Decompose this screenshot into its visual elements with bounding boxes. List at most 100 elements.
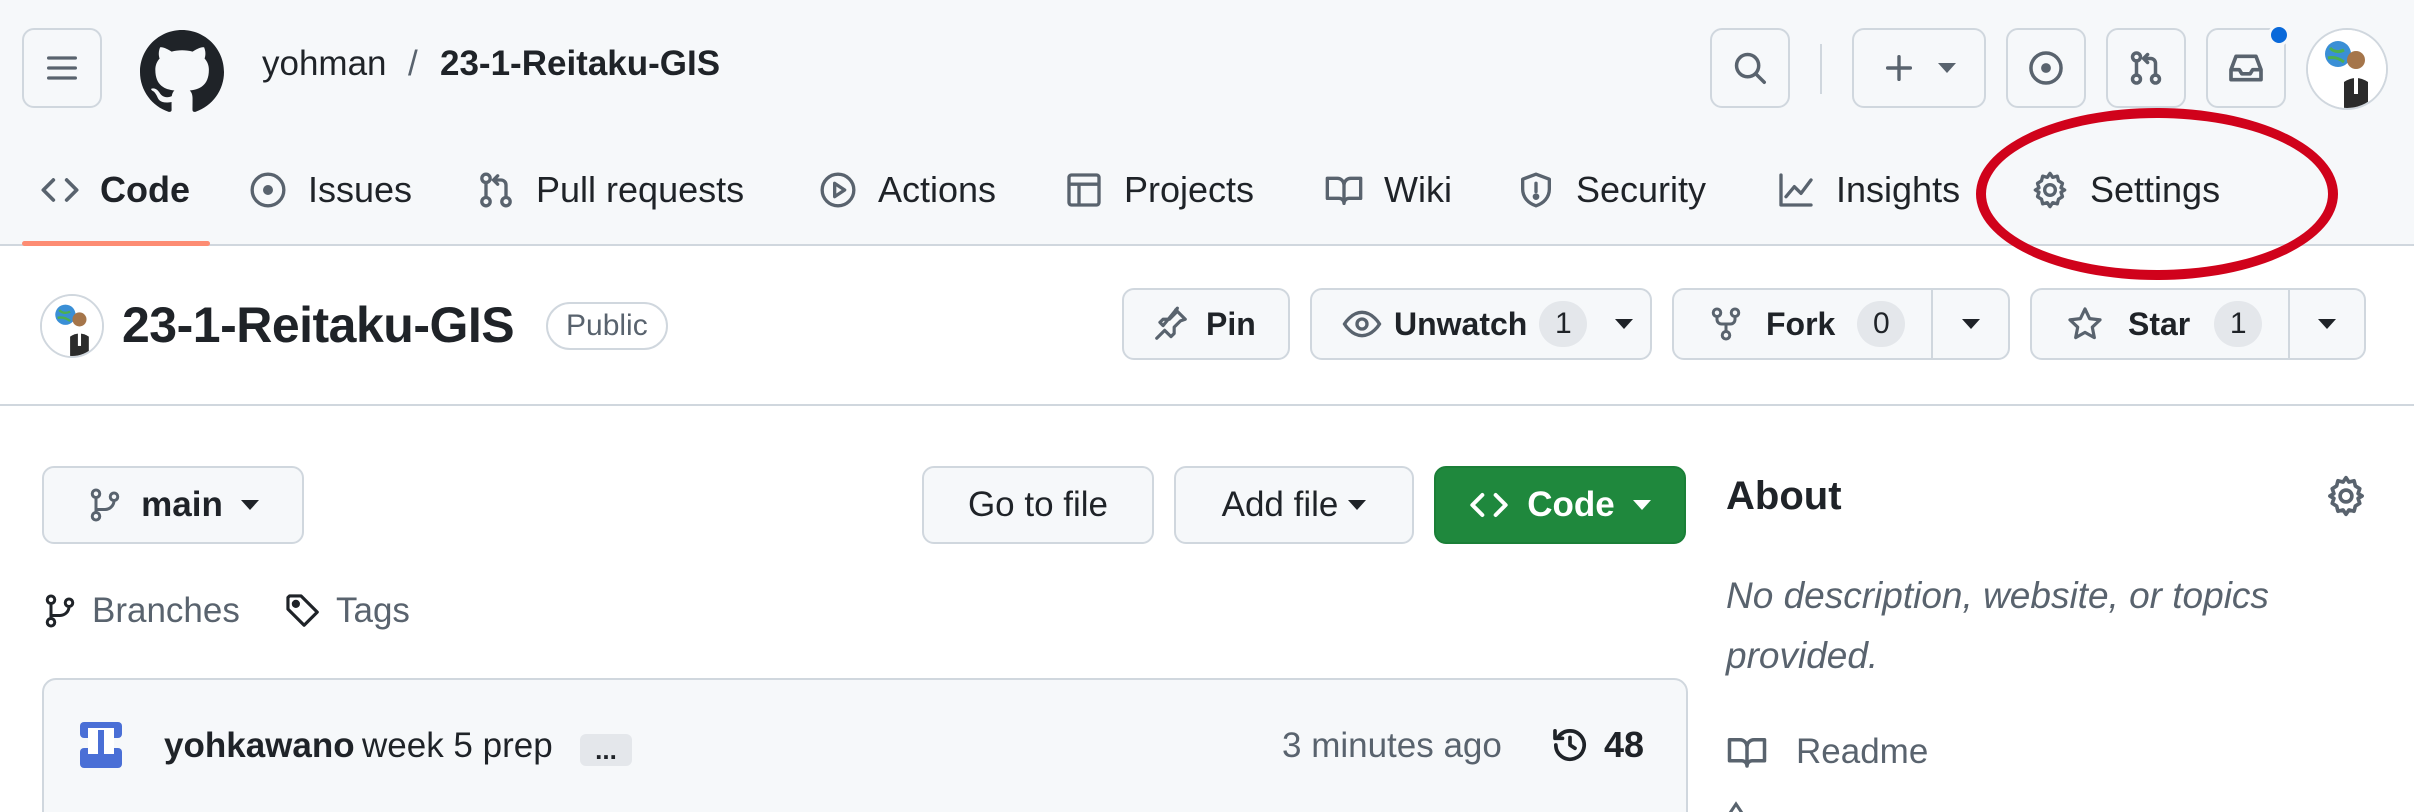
pin-label: Pin bbox=[1206, 305, 1256, 342]
chevron-down-icon bbox=[1961, 319, 1980, 329]
branch-name: main bbox=[141, 485, 223, 524]
issues-button[interactable] bbox=[2006, 28, 2086, 108]
shield-icon bbox=[1521, 172, 1551, 208]
fork-count: 0 bbox=[1857, 301, 1906, 347]
repo-forked-icon bbox=[1711, 307, 1741, 341]
tab-code[interactable]: Code bbox=[40, 160, 190, 220]
tab-settings[interactable]: Settings bbox=[2030, 160, 2220, 220]
search-icon bbox=[1734, 52, 1766, 84]
user-avatar[interactable] bbox=[2306, 28, 2388, 110]
chevron-down-icon bbox=[1938, 63, 1956, 73]
chevron-down-icon bbox=[1615, 319, 1634, 329]
avatar-image bbox=[2308, 30, 2386, 108]
activity-icon bbox=[1728, 801, 1744, 812]
hamburger-icon bbox=[47, 56, 78, 80]
commit-author[interactable]: yohkawano bbox=[164, 726, 355, 766]
tab-label: Settings bbox=[2090, 169, 2221, 210]
commit-message[interactable]: week 5 prep bbox=[362, 726, 553, 766]
active-tab-indicator bbox=[22, 241, 210, 246]
commit-history-link[interactable]: 48 bbox=[1550, 720, 1644, 770]
branches-link[interactable]: Branches bbox=[42, 586, 240, 636]
chevron-down-icon bbox=[2318, 319, 2337, 329]
chevron-down-icon bbox=[1632, 500, 1651, 510]
star-icon bbox=[2068, 307, 2102, 340]
book-icon bbox=[1727, 738, 1767, 768]
table-icon bbox=[1067, 173, 1101, 207]
tab-security[interactable]: Security bbox=[1516, 160, 1706, 220]
branch-selector[interactable]: main bbox=[42, 466, 304, 544]
go-to-file-label: Go to file bbox=[967, 485, 1109, 524]
header-divider bbox=[1820, 44, 1822, 94]
commit-author-avatar[interactable] bbox=[74, 718, 128, 772]
unwatch-label: Unwatch bbox=[1394, 305, 1528, 342]
commit-time[interactable]: 3 minutes ago bbox=[1282, 726, 1502, 766]
book-icon bbox=[1325, 176, 1363, 205]
tab-label: Code bbox=[100, 169, 190, 210]
gear-icon[interactable] bbox=[2324, 474, 2368, 518]
star-button-group: Star 1 bbox=[2030, 288, 2366, 360]
menu-button[interactable] bbox=[22, 28, 102, 108]
visibility-badge: Public bbox=[546, 302, 668, 350]
git-branch-icon bbox=[90, 488, 120, 522]
tab-label: Wiki bbox=[1384, 169, 1452, 210]
fork-button-group: Fork 0 bbox=[1672, 288, 2010, 360]
plus-icon bbox=[1885, 54, 1913, 82]
git-pull-request-icon bbox=[480, 172, 512, 208]
git-branch-icon bbox=[45, 594, 75, 628]
repo-title[interactable]: 23-1-Reitaku-GIS bbox=[122, 296, 515, 354]
eye-icon bbox=[1342, 310, 1382, 338]
tab-wiki[interactable]: Wiki bbox=[1324, 160, 1452, 220]
play-icon bbox=[820, 172, 856, 208]
readme-link[interactable]: Readme bbox=[1726, 728, 1928, 776]
tab-label: Insights bbox=[1836, 169, 1961, 210]
tab-label: Issues bbox=[308, 169, 413, 210]
tab-insights[interactable]: Insights bbox=[1776, 160, 1960, 220]
tag-icon bbox=[286, 594, 319, 627]
code-icon bbox=[41, 178, 79, 202]
go-to-file-button[interactable]: Go to file bbox=[922, 466, 1154, 544]
gear-icon bbox=[2033, 171, 2067, 209]
chevron-down-icon bbox=[1348, 500, 1367, 510]
latest-commit-box: yohkawano week 5 prep ... 3 minutes ago … bbox=[42, 678, 1688, 812]
tab-pull-requests[interactable]: Pull requests bbox=[476, 160, 744, 220]
about-description: No description, website, or topics provi… bbox=[1726, 575, 2269, 676]
fork-button[interactable]: Fork 0 bbox=[1674, 290, 1931, 358]
unwatch-button[interactable]: Unwatch 1 bbox=[1310, 288, 1652, 360]
tab-label: Pull requests bbox=[536, 169, 745, 210]
issue-opened-icon bbox=[2029, 51, 2063, 85]
branches-label: Branches bbox=[92, 591, 240, 630]
graph-icon bbox=[1779, 173, 1813, 207]
fork-dropdown-button[interactable] bbox=[1933, 290, 2008, 358]
tab-label: Projects bbox=[1124, 169, 1255, 210]
breadcrumb-owner[interactable]: yohman bbox=[262, 44, 387, 84]
tags-label: Tags bbox=[336, 591, 410, 630]
tab-label: Actions bbox=[878, 169, 997, 210]
github-logo-icon[interactable] bbox=[140, 30, 224, 114]
star-dropdown-button[interactable] bbox=[2290, 290, 2364, 358]
tab-issues[interactable]: Issues bbox=[248, 160, 412, 220]
chevron-down-icon bbox=[240, 500, 259, 510]
inbox-icon bbox=[2229, 54, 2263, 82]
search-button[interactable] bbox=[1710, 28, 1790, 108]
create-new-button[interactable] bbox=[1852, 28, 1986, 108]
add-file-label: Add file bbox=[1221, 485, 1339, 524]
add-file-button[interactable]: Add file bbox=[1174, 466, 1414, 544]
avatar-image bbox=[42, 296, 102, 356]
pin-button[interactable]: Pin bbox=[1122, 288, 1290, 360]
tags-link[interactable]: Tags bbox=[284, 586, 410, 636]
code-button[interactable]: Code bbox=[1434, 466, 1686, 544]
repo-owner-avatar[interactable] bbox=[40, 294, 104, 358]
breadcrumb-repo[interactable]: 23-1-Reitaku-GIS bbox=[440, 44, 720, 84]
star-button[interactable]: Star 1 bbox=[2032, 290, 2288, 358]
app-header: yohman / 23-1-Reitaku-GIS Code Issues Pu… bbox=[0, 0, 2414, 246]
pin-icon bbox=[1155, 306, 1187, 340]
watch-count: 1 bbox=[1539, 301, 1588, 347]
pull-requests-button[interactable] bbox=[2106, 28, 2186, 108]
tab-actions[interactable]: Actions bbox=[818, 160, 996, 220]
commit-expand-button[interactable]: ... bbox=[580, 734, 632, 766]
tab-projects[interactable]: Projects bbox=[1064, 160, 1254, 220]
readme-label: Readme bbox=[1796, 732, 1929, 771]
star-count: 1 bbox=[2214, 301, 2263, 347]
history-icon bbox=[1553, 729, 1586, 762]
git-pull-request-icon bbox=[2130, 51, 2162, 85]
